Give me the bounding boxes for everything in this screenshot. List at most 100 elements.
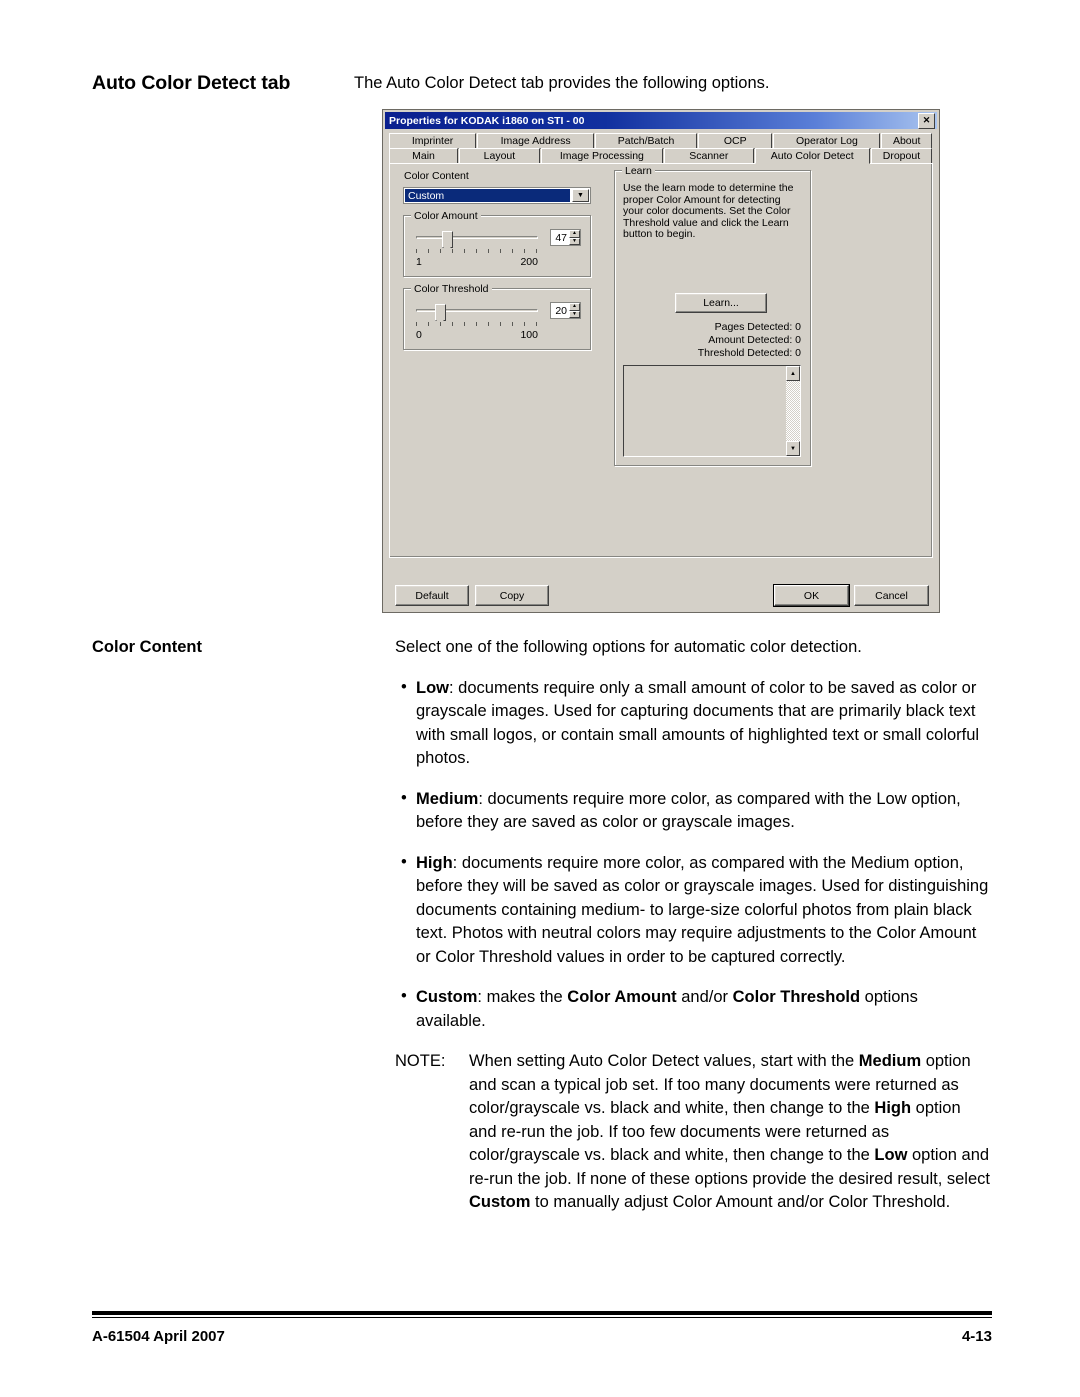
slider-thumb[interactable]	[435, 304, 446, 324]
dialog-button-row: Default Copy OK Cancel	[385, 578, 937, 610]
color-threshold-min: 0	[416, 329, 422, 341]
tab-patch-batch[interactable]: Patch/Batch	[595, 133, 698, 149]
color-amount-slider[interactable]: 1 200	[416, 229, 538, 269]
ok-button[interactable]: OK	[774, 585, 849, 606]
bullet-custom: • Custom: makes the Color Amount and/or C…	[395, 986, 992, 1033]
tab-ocp[interactable]: OCP	[698, 133, 773, 149]
bullet-custom-bold2: Color Threshold	[732, 988, 861, 1006]
content-column: Select one of the following options for …	[395, 636, 992, 1215]
note-b3: Low	[874, 1146, 908, 1164]
tab-image-address[interactable]: Image Address	[477, 133, 595, 149]
spinner-up-icon[interactable]: ▲	[569, 303, 580, 311]
cancel-button[interactable]: Cancel	[854, 585, 929, 606]
page-footer: A-61504 April 2007 4-13	[92, 1328, 992, 1345]
slider-track	[416, 236, 538, 239]
bullet-medium-text: : documents require more color, as compa…	[416, 789, 961, 832]
content-term: Color Content	[92, 638, 202, 656]
footer-page-number: 4-13	[961, 1328, 992, 1345]
tab-imprinter[interactable]: Imprinter	[389, 133, 477, 149]
note-b4: Custom	[469, 1193, 531, 1211]
note-p1: When setting Auto Color Detect values, s…	[469, 1052, 859, 1070]
bullet-custom-term: Custom	[416, 988, 478, 1006]
tab-scanner[interactable]: Scanner	[663, 148, 754, 164]
spinner-buttons[interactable]: ▲ ▼	[569, 230, 580, 245]
spinner-up-icon[interactable]: ▲	[569, 230, 580, 238]
color-amount-spinner[interactable]: 47 ▲ ▼	[550, 229, 581, 246]
slider-thumb[interactable]	[441, 231, 453, 251]
color-amount-min: 1	[416, 256, 422, 268]
bullet-icon: •	[401, 677, 407, 696]
vertical-scrollbar[interactable]: ▲ ▼	[785, 366, 800, 456]
color-threshold-group: Color Threshold 0 100 20 ▲ ▼	[403, 283, 591, 350]
learn-results-listbox[interactable]: ▲ ▼	[623, 365, 801, 457]
color-threshold-slider[interactable]: 0 100	[416, 302, 538, 342]
learn-group-label: Learn	[622, 165, 655, 177]
document-page: Auto Color Detect tab The Auto Color Dete…	[0, 0, 1080, 1397]
bullet-custom-part1: : makes the	[477, 988, 568, 1006]
note-label: NOTE:	[395, 1052, 446, 1070]
color-content-value: Custom	[405, 189, 570, 202]
color-threshold-spinner[interactable]: 20 ▲ ▼	[550, 302, 581, 319]
chevron-down-icon[interactable]: ▼	[572, 189, 589, 202]
tab-image-processing[interactable]: Image Processing	[540, 148, 663, 164]
bullet-custom-bold1: Color Amount	[567, 988, 677, 1006]
auto-color-detect-panel: Color Content Custom ▼ Color Amount 1 20…	[389, 163, 933, 558]
close-icon[interactable]: ✕	[918, 112, 935, 129]
section-header: Auto Color Detect tab The Auto Color Dete…	[92, 72, 992, 95]
slider-ticks	[416, 322, 538, 327]
note-b1: Medium	[858, 1052, 922, 1070]
tab-layout[interactable]: Layout	[459, 148, 540, 164]
tab-main[interactable]: Main	[389, 148, 459, 164]
color-amount-label: Color Amount	[411, 210, 481, 222]
pages-detected-label: Pages Detected: 0	[714, 321, 801, 333]
bullet-low-term: Low	[416, 678, 449, 697]
slider-ticks	[416, 249, 538, 254]
bullet-icon: •	[401, 852, 407, 871]
scroll-down-icon[interactable]: ▼	[786, 441, 800, 456]
bullet-medium-term: Medium	[416, 789, 479, 808]
learn-button[interactable]: Learn...	[675, 293, 767, 313]
header-intro-text: The Auto Color Detect tab provides the f…	[354, 74, 770, 92]
bullet-low: • Low: documents require only a small amo…	[395, 677, 992, 771]
body-content: Color Content Select one of the followin…	[92, 636, 992, 1215]
listbox-content	[624, 366, 785, 456]
tab-operator-log[interactable]: Operator Log	[773, 133, 881, 149]
bullet-medium: • Medium: documents require more color, a…	[395, 788, 992, 835]
scrollbar-trough[interactable]	[786, 381, 800, 441]
color-threshold-max: 100	[520, 329, 538, 341]
scroll-up-icon[interactable]: ▲	[786, 366, 800, 381]
color-content-combo[interactable]: Custom ▼	[403, 187, 591, 204]
spinner-buttons[interactable]: ▲ ▼	[569, 303, 580, 318]
learn-description: Use the learn mode to determine the prop…	[623, 182, 794, 240]
bullet-custom-part2: and/or	[676, 988, 733, 1006]
note-block: NOTE: When setting Auto Color Detect valu…	[395, 1050, 992, 1215]
tab-dropout[interactable]: Dropout	[870, 148, 932, 164]
color-amount-max: 200	[520, 256, 538, 268]
properties-dialog: Properties for KODAK i1860 on STI - 00 ✕…	[383, 110, 939, 612]
note-b2: High	[874, 1099, 912, 1117]
footer-divider	[92, 1311, 992, 1318]
copy-button[interactable]: Copy	[475, 585, 549, 606]
color-amount-value: 47	[555, 231, 567, 244]
color-threshold-range: 0 100	[416, 329, 538, 341]
tab-area: Imprinter Image Address Patch/Batch OCP …	[385, 129, 937, 558]
color-amount-range: 1 200	[416, 256, 538, 268]
color-amount-group: Color Amount 1 200 47 ▲ ▼	[403, 210, 591, 277]
tab-row-lower: Main Layout Image Processing Scanner Aut…	[389, 148, 933, 164]
page-title: Auto Color Detect tab	[92, 72, 291, 94]
dialog-title: Properties for KODAK i1860 on STI - 00	[389, 114, 585, 127]
note-p5: to manually adjust Color Amount and/or C…	[530, 1193, 951, 1211]
color-content-label: Color Content	[404, 170, 469, 182]
tab-auto-color-detect[interactable]: Auto Color Detect	[754, 148, 870, 164]
color-threshold-value: 20	[555, 304, 567, 317]
bullet-high: • High: documents require more color, as …	[395, 852, 992, 970]
bullet-high-text: : documents require more color, as compa…	[416, 853, 989, 966]
color-threshold-label: Color Threshold	[411, 283, 492, 295]
spinner-down-icon[interactable]: ▼	[569, 310, 580, 318]
content-intro: Select one of the following options for …	[395, 638, 862, 656]
color-content-section: Color Content Select one of the followin…	[92, 636, 992, 1215]
default-button[interactable]: Default	[395, 585, 469, 606]
spinner-down-icon[interactable]: ▼	[569, 237, 580, 245]
tab-about[interactable]: About	[881, 133, 932, 149]
footer-doc-id: A-61504 April 2007	[92, 1328, 225, 1345]
